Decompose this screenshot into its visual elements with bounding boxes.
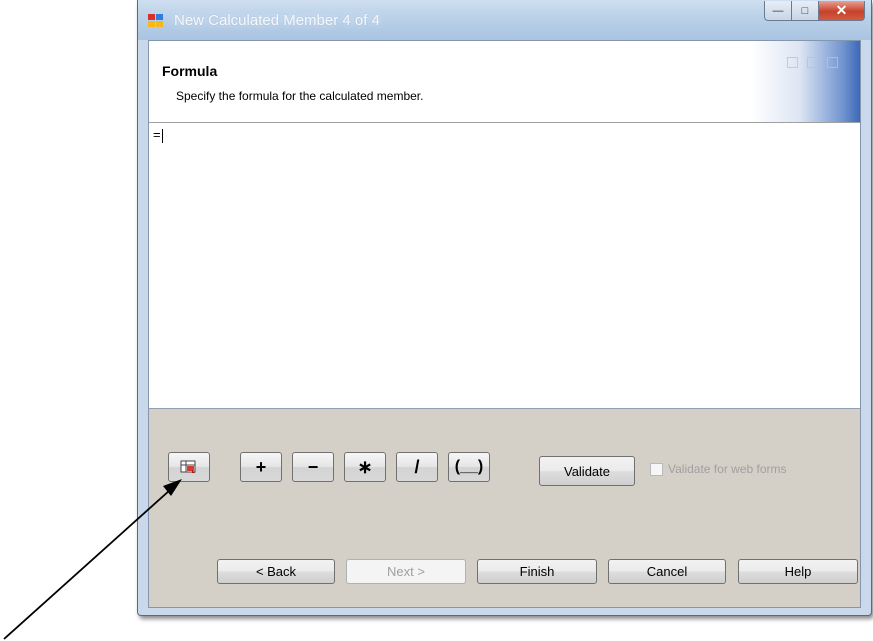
- annotation-arrow: [3, 479, 182, 640]
